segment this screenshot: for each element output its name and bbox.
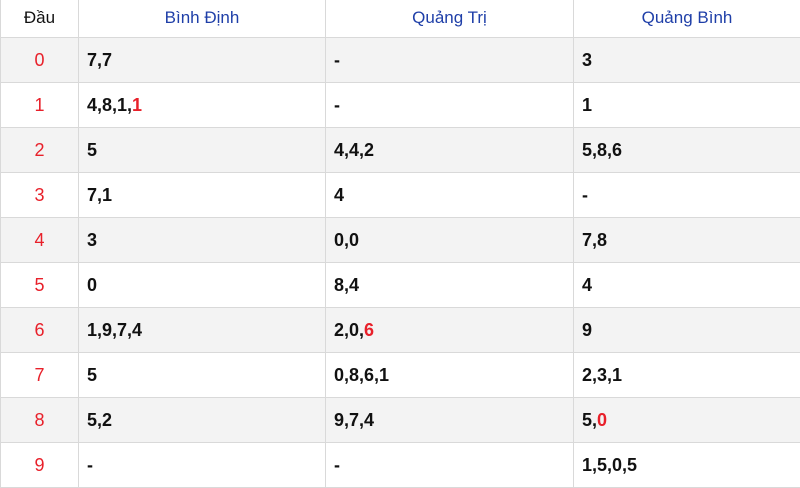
table-row: 9--1,5,0,5 xyxy=(1,443,800,488)
highlight-value: 0 xyxy=(597,410,607,430)
row-head-digit: 4 xyxy=(1,218,79,263)
cell-binh-dinh: 5 xyxy=(79,128,326,173)
cell-quang-binh: - xyxy=(574,173,800,218)
cell-quang-tri: 4 xyxy=(326,173,574,218)
cell-quang-binh: 3 xyxy=(574,38,800,83)
cell-quang-tri: 0,0 xyxy=(326,218,574,263)
cell-quang-tri: 0,8,6,1 xyxy=(326,353,574,398)
table-row: 8 5,2 9,7,4 5,0 xyxy=(1,398,800,443)
cell-quang-tri: - xyxy=(326,38,574,83)
table-row: 508,44 xyxy=(1,263,800,308)
cell-value: 1,5,0,5 xyxy=(582,455,637,475)
cell-value: 2,3,1 xyxy=(582,365,622,385)
cell-value: 0,0 xyxy=(334,230,359,250)
table-row: 25 4,4,2 5,8,6 xyxy=(1,128,800,173)
cell-quang-binh: 9 xyxy=(574,308,800,353)
row-head-digit: 2 xyxy=(1,128,79,173)
row-head-digit: 3 xyxy=(1,173,79,218)
cell-value: 3 xyxy=(582,50,592,70)
cell-value: - xyxy=(334,95,340,115)
row-head-digit: 7 xyxy=(1,353,79,398)
cell-value: 1 xyxy=(582,95,592,115)
cell-quang-binh: 1,5,0,5 xyxy=(574,443,800,488)
cell-value: 5 xyxy=(87,140,97,160)
row-head-digit: 1 xyxy=(1,83,79,128)
cell-value: 5 xyxy=(87,365,97,385)
cell-value: 4 xyxy=(334,185,344,205)
cell-value: 5, xyxy=(582,410,597,430)
cell-binh-dinh: 5 xyxy=(79,353,326,398)
cell-value: 7,8 xyxy=(582,230,607,250)
cell-quang-tri: 9,7,4 xyxy=(326,398,574,443)
cell-quang-binh: 1 xyxy=(574,83,800,128)
table-row: 43 0,0 7,8 xyxy=(1,218,800,263)
cell-value: 4,4,2 xyxy=(334,140,374,160)
cell-value: 9,7,4 xyxy=(334,410,374,430)
row-head-digit: 8 xyxy=(1,398,79,443)
cell-binh-dinh: 7,1 xyxy=(79,173,326,218)
cell-quang-tri: 2,0,6 xyxy=(326,308,574,353)
cell-value: 7,1 xyxy=(87,185,112,205)
cell-binh-dinh: 5,2 xyxy=(79,398,326,443)
cell-binh-dinh: 4,8,1,1 xyxy=(79,83,326,128)
cell-quang-binh: 5,0 xyxy=(574,398,800,443)
cell-value: 2,0, xyxy=(334,320,364,340)
cell-quang-binh: 4 xyxy=(574,263,800,308)
row-head-digit: 9 xyxy=(1,443,79,488)
cell-quang-tri: - xyxy=(326,83,574,128)
cell-binh-dinh: - xyxy=(79,443,326,488)
cell-value: - xyxy=(582,185,588,205)
table-row: 75 0,8,6,1 2,3,1 xyxy=(1,353,800,398)
cell-value: 3 xyxy=(87,230,97,250)
header-binh-dinh[interactable]: Bình Định xyxy=(79,0,326,38)
table-row: 0 7,7 - 3 xyxy=(1,38,800,83)
header-quang-binh[interactable]: Quảng Bình xyxy=(574,0,800,38)
cell-binh-dinh: 0 xyxy=(79,263,326,308)
cell-value: 4,8,1, xyxy=(87,95,132,115)
row-head-digit: 6 xyxy=(1,308,79,353)
highlight-value: 1 xyxy=(132,95,142,115)
row-head-digit: 0 xyxy=(1,38,79,83)
cell-value: 4 xyxy=(582,275,592,295)
row-head-digit: 5 xyxy=(1,263,79,308)
cell-value: - xyxy=(334,50,340,70)
cell-binh-dinh: 1,9,7,4 xyxy=(79,308,326,353)
cell-quang-tri: 8,4 xyxy=(326,263,574,308)
cell-value: 5,8,6 xyxy=(582,140,622,160)
cell-value: - xyxy=(334,455,340,475)
cell-value: 5,2 xyxy=(87,410,112,430)
header-quang-tri[interactable]: Quảng Trị xyxy=(326,0,574,38)
header-row: Đầu Bình Định Quảng Trị Quảng Bình xyxy=(1,0,800,38)
table-row: 61,9,7,42,0,69 xyxy=(1,308,800,353)
cell-value: 1,9,7,4 xyxy=(87,320,142,340)
highlight-value: 6 xyxy=(364,320,374,340)
header-dau: Đầu xyxy=(1,0,79,38)
lottery-head-table: Đầu Bình Định Quảng Trị Quảng Bình 0 7,7 -… xyxy=(0,0,800,488)
cell-quang-tri: 4,4,2 xyxy=(326,128,574,173)
cell-quang-binh: 7,8 xyxy=(574,218,800,263)
cell-binh-dinh: 7,7 xyxy=(79,38,326,83)
cell-binh-dinh: 3 xyxy=(79,218,326,263)
table-row: 14,8,1,1-1 xyxy=(1,83,800,128)
cell-value: 0 xyxy=(87,275,97,295)
cell-quang-binh: 5,8,6 xyxy=(574,128,800,173)
cell-value: 8,4 xyxy=(334,275,359,295)
cell-value: 9 xyxy=(582,320,592,340)
cell-value: 0,8,6,1 xyxy=(334,365,389,385)
cell-value: 7,7 xyxy=(87,50,112,70)
cell-quang-binh: 2,3,1 xyxy=(574,353,800,398)
cell-value: - xyxy=(87,455,93,475)
table-row: 3 7,1 4 - xyxy=(1,173,800,218)
cell-quang-tri: - xyxy=(326,443,574,488)
